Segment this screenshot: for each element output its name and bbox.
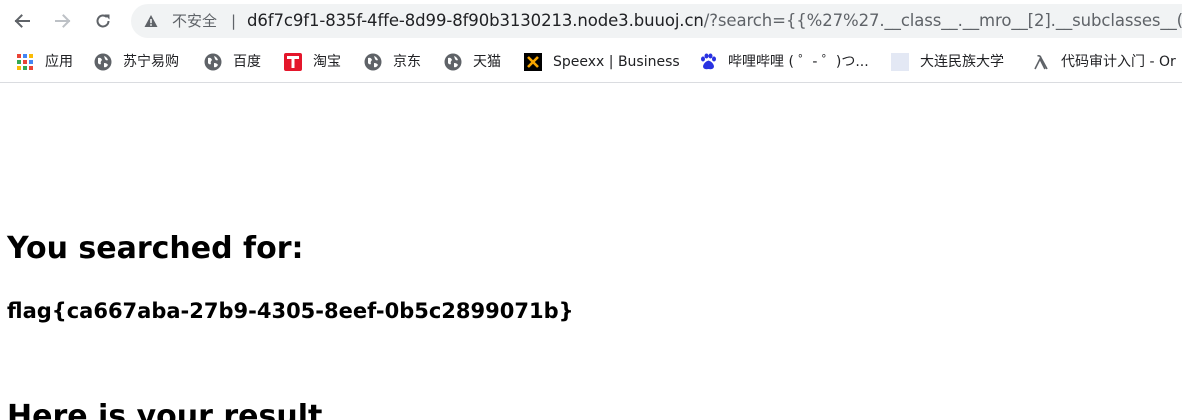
speexx-icon: [524, 53, 542, 71]
bookmark-label: 京东: [393, 54, 421, 70]
bookmark-label: 百度: [233, 54, 261, 70]
globe-icon: [444, 53, 462, 71]
security-status[interactable]: 不安全: [172, 11, 217, 31]
address-bar[interactable]: 不安全 | d6f7c9f1-835f-4ffe-8d99-8f90b31302…: [131, 4, 1182, 38]
bookmark-label: 代码审计入门 - Or: [1061, 54, 1176, 70]
bookmark-label: 应用: [45, 54, 73, 70]
arrow-right-icon: [55, 14, 71, 28]
search-value: flag{ca667aba-27b9-4305-8eef-0b5c2899071…: [7, 299, 574, 323]
bookmark-tmall[interactable]: 天猫: [444, 51, 501, 73]
back-button[interactable]: [10, 9, 34, 33]
blank-page-icon: [891, 53, 909, 71]
browser-toolbar: 不安全 | d6f7c9f1-835f-4ffe-8d99-8f90b31302…: [0, 0, 1182, 42]
bookmark-speexx[interactable]: Speexx | Business: [524, 51, 680, 73]
bookmarks-bar: 应用 苏宁易购 百度 淘宝 京东 天猫 Speexx | Business 哔哩…: [0, 42, 1182, 83]
globe-icon: [204, 53, 222, 71]
forward-button[interactable]: [51, 9, 75, 33]
bookmark-label: 哔哩哔哩 ( ゜- ゜)つ...: [728, 54, 869, 70]
bookmark-code-audit[interactable]: 代码审计入门 - Or: [1032, 51, 1176, 73]
searched-heading: You searched for:: [7, 231, 304, 266]
bookmark-dlnu[interactable]: 大连民族大学: [891, 51, 1004, 73]
apps-grid-icon: [16, 53, 34, 71]
bookmark-label: 大连民族大学: [920, 54, 1004, 70]
lambda-icon: [1032, 53, 1050, 71]
reload-button[interactable]: [91, 9, 115, 33]
bookmark-label: 天猫: [473, 54, 501, 70]
bookmark-bilibili[interactable]: 哔哩哔哩 ( ゜- ゜)つ...: [699, 51, 869, 73]
bookmark-label: 苏宁易购: [123, 54, 179, 70]
bookmark-taobao[interactable]: 淘宝: [284, 51, 341, 73]
globe-icon: [94, 53, 112, 71]
baidu-paw-icon: [699, 53, 717, 71]
globe-icon: [364, 53, 382, 71]
bookmark-jd[interactable]: 京东: [364, 51, 421, 73]
warning-icon[interactable]: [144, 14, 158, 28]
url-host: d6f7c9f1-835f-4ffe-8d99-8f90b3130213.nod…: [247, 11, 704, 30]
bookmark-label: Speexx | Business: [553, 54, 680, 70]
reload-icon: [96, 14, 110, 28]
url-text[interactable]: d6f7c9f1-835f-4ffe-8d99-8f90b3130213.nod…: [247, 10, 1182, 32]
page-content: You searched for: flag{ca667aba-27b9-430…: [0, 83, 1182, 420]
bookmark-suning[interactable]: 苏宁易购: [94, 51, 179, 73]
result-heading: Here is your result: [7, 399, 323, 420]
bookmark-label: 淘宝: [313, 54, 341, 70]
bookmark-baidu[interactable]: 百度: [204, 51, 261, 73]
bookmark-apps[interactable]: 应用: [16, 51, 73, 73]
url-separator: |: [231, 12, 237, 30]
arrow-left-icon: [14, 14, 30, 28]
url-path: /?search={{%27%27.__class__.__mro__[2]._…: [703, 11, 1182, 30]
taobao-icon: [284, 53, 302, 71]
